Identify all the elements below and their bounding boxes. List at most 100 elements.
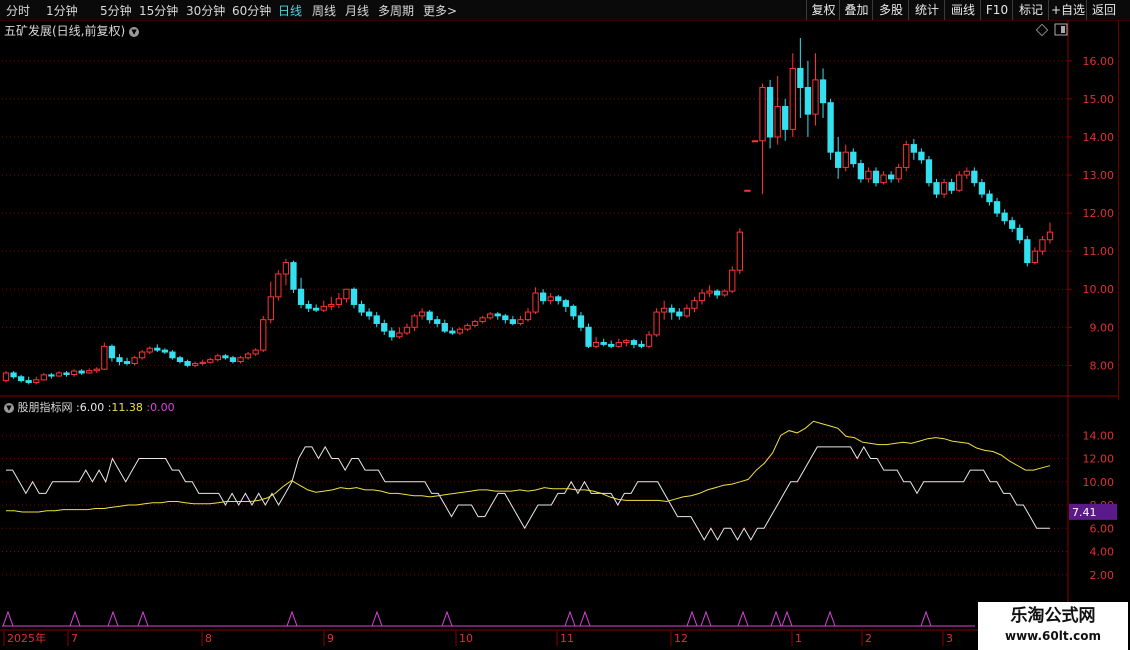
stats-button[interactable]: 统计 [908, 0, 945, 20]
candle-body [199, 361, 206, 364]
indicator-current-marker [1069, 503, 1117, 520]
candle-body [1039, 239, 1046, 252]
indicator-value-magenta: :0.00 [146, 401, 175, 414]
candle-body [426, 311, 433, 321]
candle-body [986, 193, 993, 203]
candle-body [638, 343, 645, 347]
indicator-current-value: 7.41 [1072, 506, 1097, 519]
period-daily[interactable]: 日线 [278, 2, 302, 19]
kline-chart: 16.0015.0014.0013.0012.0011.0010.009.008… [0, 20, 1118, 650]
indicator-axis-label: 8.00 [1090, 499, 1115, 512]
watermark-url: www.60lt.com [1004, 629, 1102, 643]
period-more[interactable]: 更多> [423, 2, 457, 19]
candle-body [161, 349, 169, 353]
candle-body [600, 342, 607, 345]
candle-body [335, 298, 343, 305]
signal-spike [137, 610, 149, 627]
candle-body [698, 292, 706, 302]
indicator-name[interactable]: 股朋指标网 [18, 401, 73, 414]
signal-spike [2, 610, 14, 627]
fuquan-button[interactable]: 复权 [806, 0, 840, 20]
candle-body [645, 334, 653, 347]
candle-body [78, 370, 85, 374]
candle-body [532, 292, 539, 313]
candle-body [903, 144, 910, 168]
candle-body [782, 106, 789, 130]
candle-body [229, 357, 237, 363]
price-axis-label: 13.00 [1083, 169, 1115, 182]
candle-body [449, 330, 456, 334]
date-label: 2025年 [7, 631, 46, 645]
candle-body [827, 102, 834, 153]
period-60min[interactable]: 60分钟 [232, 2, 271, 19]
candle-body [1031, 250, 1039, 264]
candle-body [320, 305, 327, 311]
signal-spike [770, 610, 782, 627]
period-toolbar: 分时 1分钟 5分钟 15分钟 30分钟 60分钟 日线 周线 月线 多周期 更… [0, 0, 1130, 21]
candle-body [562, 300, 569, 307]
candle-body [2, 372, 10, 382]
price-axis-label: 8.00 [1090, 359, 1115, 372]
date-label: 11 [560, 632, 574, 645]
date-label: 8 [205, 632, 212, 645]
candle-body [411, 315, 418, 328]
period-weekly[interactable]: 周线 [312, 2, 336, 19]
watermark-title: 乐淘公式网 [1010, 606, 1096, 626]
overlay-button[interactable]: 叠加 [839, 0, 873, 20]
candle-body [978, 182, 986, 195]
price-axis-label: 10.00 [1083, 283, 1115, 296]
candle-body [517, 319, 524, 324]
period-monthly[interactable]: 月线 [345, 2, 369, 19]
candle-body [585, 326, 592, 347]
candle-body [918, 151, 925, 161]
candle-body [350, 288, 358, 305]
candle-body [154, 347, 161, 351]
candle-body [267, 296, 274, 321]
signal-spike [579, 610, 591, 627]
price-axis-label: 16.00 [1083, 55, 1115, 68]
candle-body [464, 324, 471, 330]
back-button[interactable]: 返回 [1086, 0, 1121, 20]
mark-button[interactable]: 标记 [1012, 0, 1049, 20]
candle-body [766, 86, 774, 138]
multi-stock-button[interactable]: 多股 [872, 0, 909, 20]
diamond-icon[interactable] [1035, 23, 1049, 37]
candle-body [101, 345, 108, 370]
more-label: 更多 [423, 4, 448, 18]
candle-body [1024, 239, 1031, 264]
period-1min[interactable]: 1分钟 [46, 2, 78, 19]
candle-body [940, 182, 948, 195]
candle-body [396, 332, 403, 338]
candle-body [63, 372, 70, 375]
candle-body [691, 300, 698, 309]
candle-body [479, 317, 486, 323]
draw-button[interactable]: 画线 [944, 0, 981, 20]
signal-spike [69, 610, 81, 627]
period-5min[interactable]: 5分钟 [100, 2, 132, 19]
indicator-axis-label: 12.00 [1083, 453, 1115, 466]
chevron-down-icon[interactable]: ▼ [4, 403, 14, 413]
side-info-strip [1118, 20, 1130, 400]
candle-body [774, 106, 781, 138]
chevron-down-icon[interactable]: ▼ [129, 26, 140, 37]
date-label: 1 [795, 632, 802, 645]
candle-body [819, 79, 827, 104]
candle-body [971, 170, 978, 184]
add-watchlist-button[interactable]: +自选 [1048, 0, 1087, 20]
candle-body [10, 372, 17, 378]
candle-body [1046, 231, 1054, 241]
candle-body [282, 262, 290, 275]
candle-body [555, 296, 562, 302]
period-30min[interactable]: 30分钟 [186, 2, 225, 19]
period-15min[interactable]: 15分钟 [139, 2, 178, 19]
date-label: 7 [71, 632, 78, 645]
period-multi[interactable]: 多周期 [378, 2, 414, 19]
candle-body [744, 189, 751, 192]
signal-spike [107, 610, 119, 627]
window-toggle-icon[interactable] [1054, 23, 1068, 36]
candle-body [887, 174, 895, 180]
candle-body [365, 311, 373, 317]
f10-button[interactable]: F10 [980, 0, 1013, 20]
period-intraday[interactable]: 分时 [6, 2, 30, 19]
candle-body [653, 311, 660, 336]
